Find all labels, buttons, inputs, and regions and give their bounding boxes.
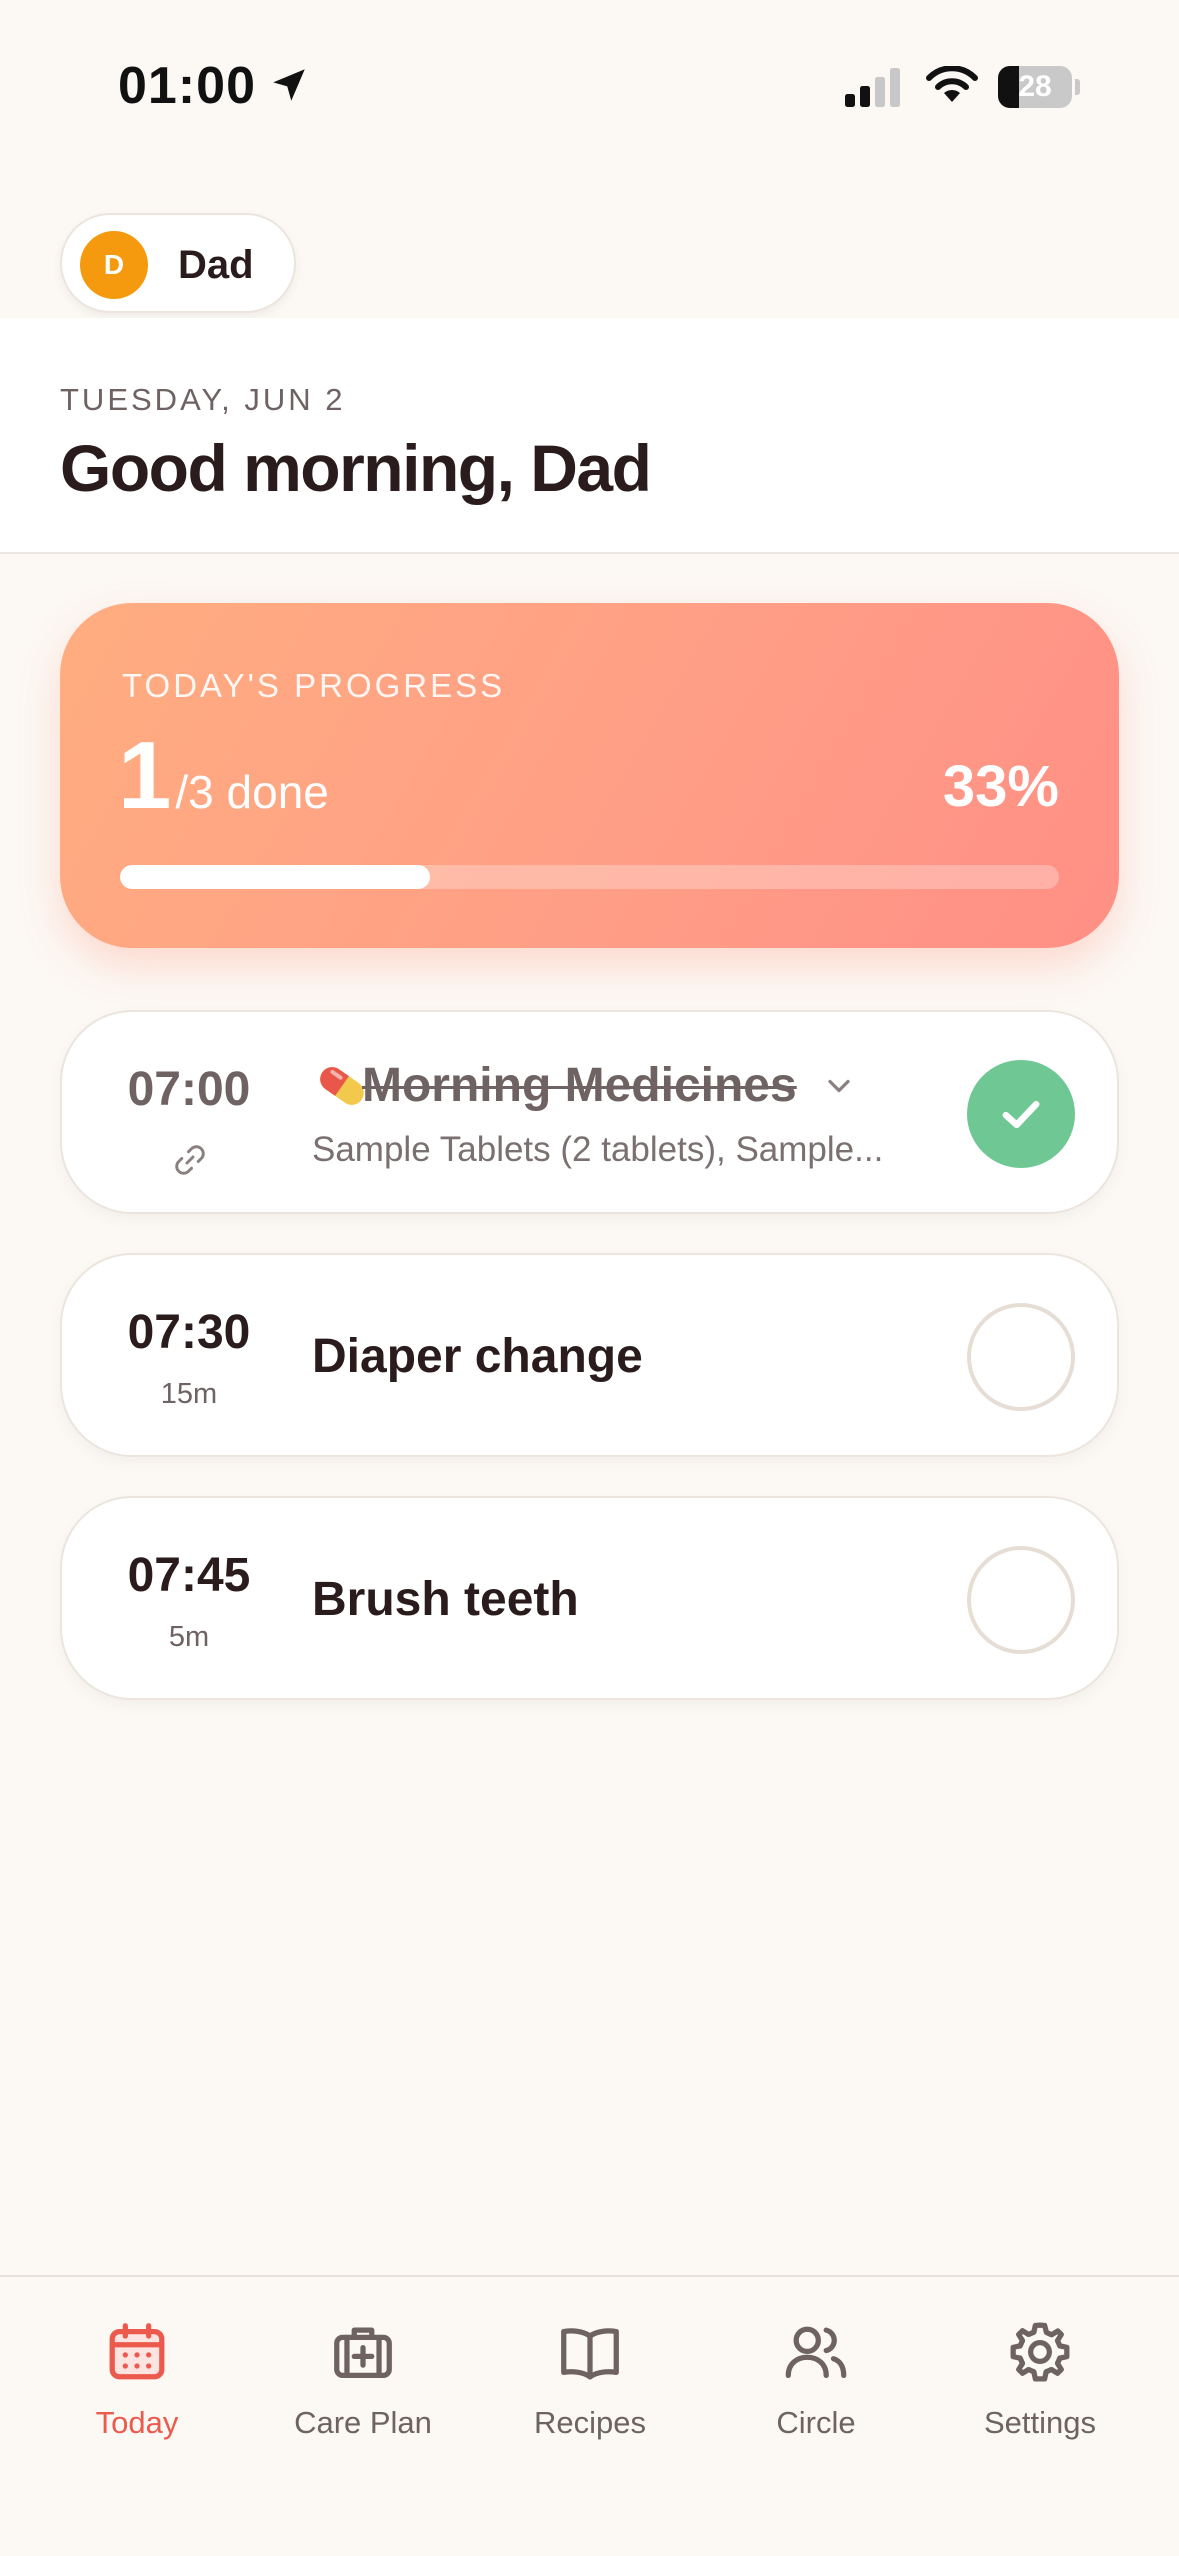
chevron-down-icon[interactable] <box>821 1068 857 1104</box>
link-icon <box>175 1145 205 1175</box>
battery-body: 28 <box>998 66 1072 108</box>
tab-care-plan[interactable]: Care Plan <box>253 2317 473 2457</box>
task-title: Diaper change <box>312 1330 643 1383</box>
battery-icon: 28 <box>998 66 1080 108</box>
wifi-icon <box>926 66 978 102</box>
progress-percent: 33% <box>942 754 1059 819</box>
checkmark-icon <box>1002 1101 1040 1129</box>
tab-recipes[interactable]: Recipes <box>480 2317 700 2457</box>
tab-today[interactable]: Today <box>27 2317 247 2457</box>
task-complete-checkbox[interactable] <box>967 1060 1075 1168</box>
task-card-diaper-change[interactable]: 07:30 15m Diaper change <box>60 1253 1119 1457</box>
task-duration: 5m <box>168 1621 210 1653</box>
progress-card: TODAY'S PROGRESS 1 /3 done 33% <box>60 603 1119 948</box>
tab-label: Recipes <box>534 2405 646 2440</box>
task-time: 07:30 <box>127 1306 251 1359</box>
progress-bar <box>120 865 1059 889</box>
tab-label: Circle <box>776 2405 856 2440</box>
status-time: 01:00 <box>118 57 256 115</box>
battery-cap <box>1075 79 1080 95</box>
task-time: 07:00 <box>127 1063 251 1116</box>
task-title: Brush teeth <box>312 1573 579 1626</box>
greeting-header: TUESDAY, JUN 2 Good morning, Dad <box>0 318 1179 554</box>
progress-label: TODAY'S PROGRESS <box>122 667 506 704</box>
cellular-signal-icon <box>845 68 900 107</box>
progress-bar-fill <box>120 865 430 889</box>
date-label: TUESDAY, JUN 2 <box>60 382 346 417</box>
task-complete-checkbox[interactable] <box>967 1303 1075 1411</box>
tab-label: Care Plan <box>294 2405 432 2440</box>
profile-name: Dad <box>178 243 254 287</box>
profile-switcher-button[interactable]: D Dad <box>60 213 296 313</box>
users-icon <box>785 2326 847 2378</box>
tab-circle[interactable]: Circle <box>706 2317 926 2457</box>
progress-total: /3 done <box>175 766 329 818</box>
task-time: 07:45 <box>127 1549 251 1602</box>
task-complete-checkbox[interactable] <box>967 1546 1075 1654</box>
task-title-row: Morning Medicines <box>312 1058 857 1113</box>
progress-count: 1 /3 done <box>118 721 329 831</box>
task-subtitle: Sample Tablets (2 tablets), Sample... <box>312 1130 884 1169</box>
medical-kit-icon <box>334 2327 392 2378</box>
tab-label: Settings <box>983 2405 1096 2440</box>
page-title: Good morning, Dad <box>60 431 652 505</box>
tab-bar: Today Care Plan Recipes Circle Settings <box>0 2275 1179 2556</box>
tab-settings[interactable]: Settings <box>930 2317 1150 2457</box>
today-screen: 01:00 28 D Dad TUESDAY, JUN 2 Good morni… <box>0 0 1179 2556</box>
task-card-brush-teeth[interactable]: 07:45 5m Brush teeth <box>60 1496 1119 1700</box>
battery-level: 28 <box>1018 70 1052 103</box>
avatar: D <box>80 231 148 299</box>
gear-icon <box>1010 2322 1070 2382</box>
status-bar: 01:00 28 <box>0 0 1179 170</box>
tab-label: Today <box>95 2405 179 2440</box>
book-icon <box>561 2328 619 2380</box>
task-duration: 15m <box>160 1378 218 1410</box>
progress-done-count: 1 <box>118 722 172 829</box>
task-title: Morning Medicines <box>362 1059 797 1112</box>
calendar-icon <box>109 2323 165 2380</box>
task-card-morning-medicines[interactable]: 07:00 Morning Medicines Sample Tablets (… <box>60 1010 1119 1214</box>
location-arrow-icon <box>273 69 305 101</box>
